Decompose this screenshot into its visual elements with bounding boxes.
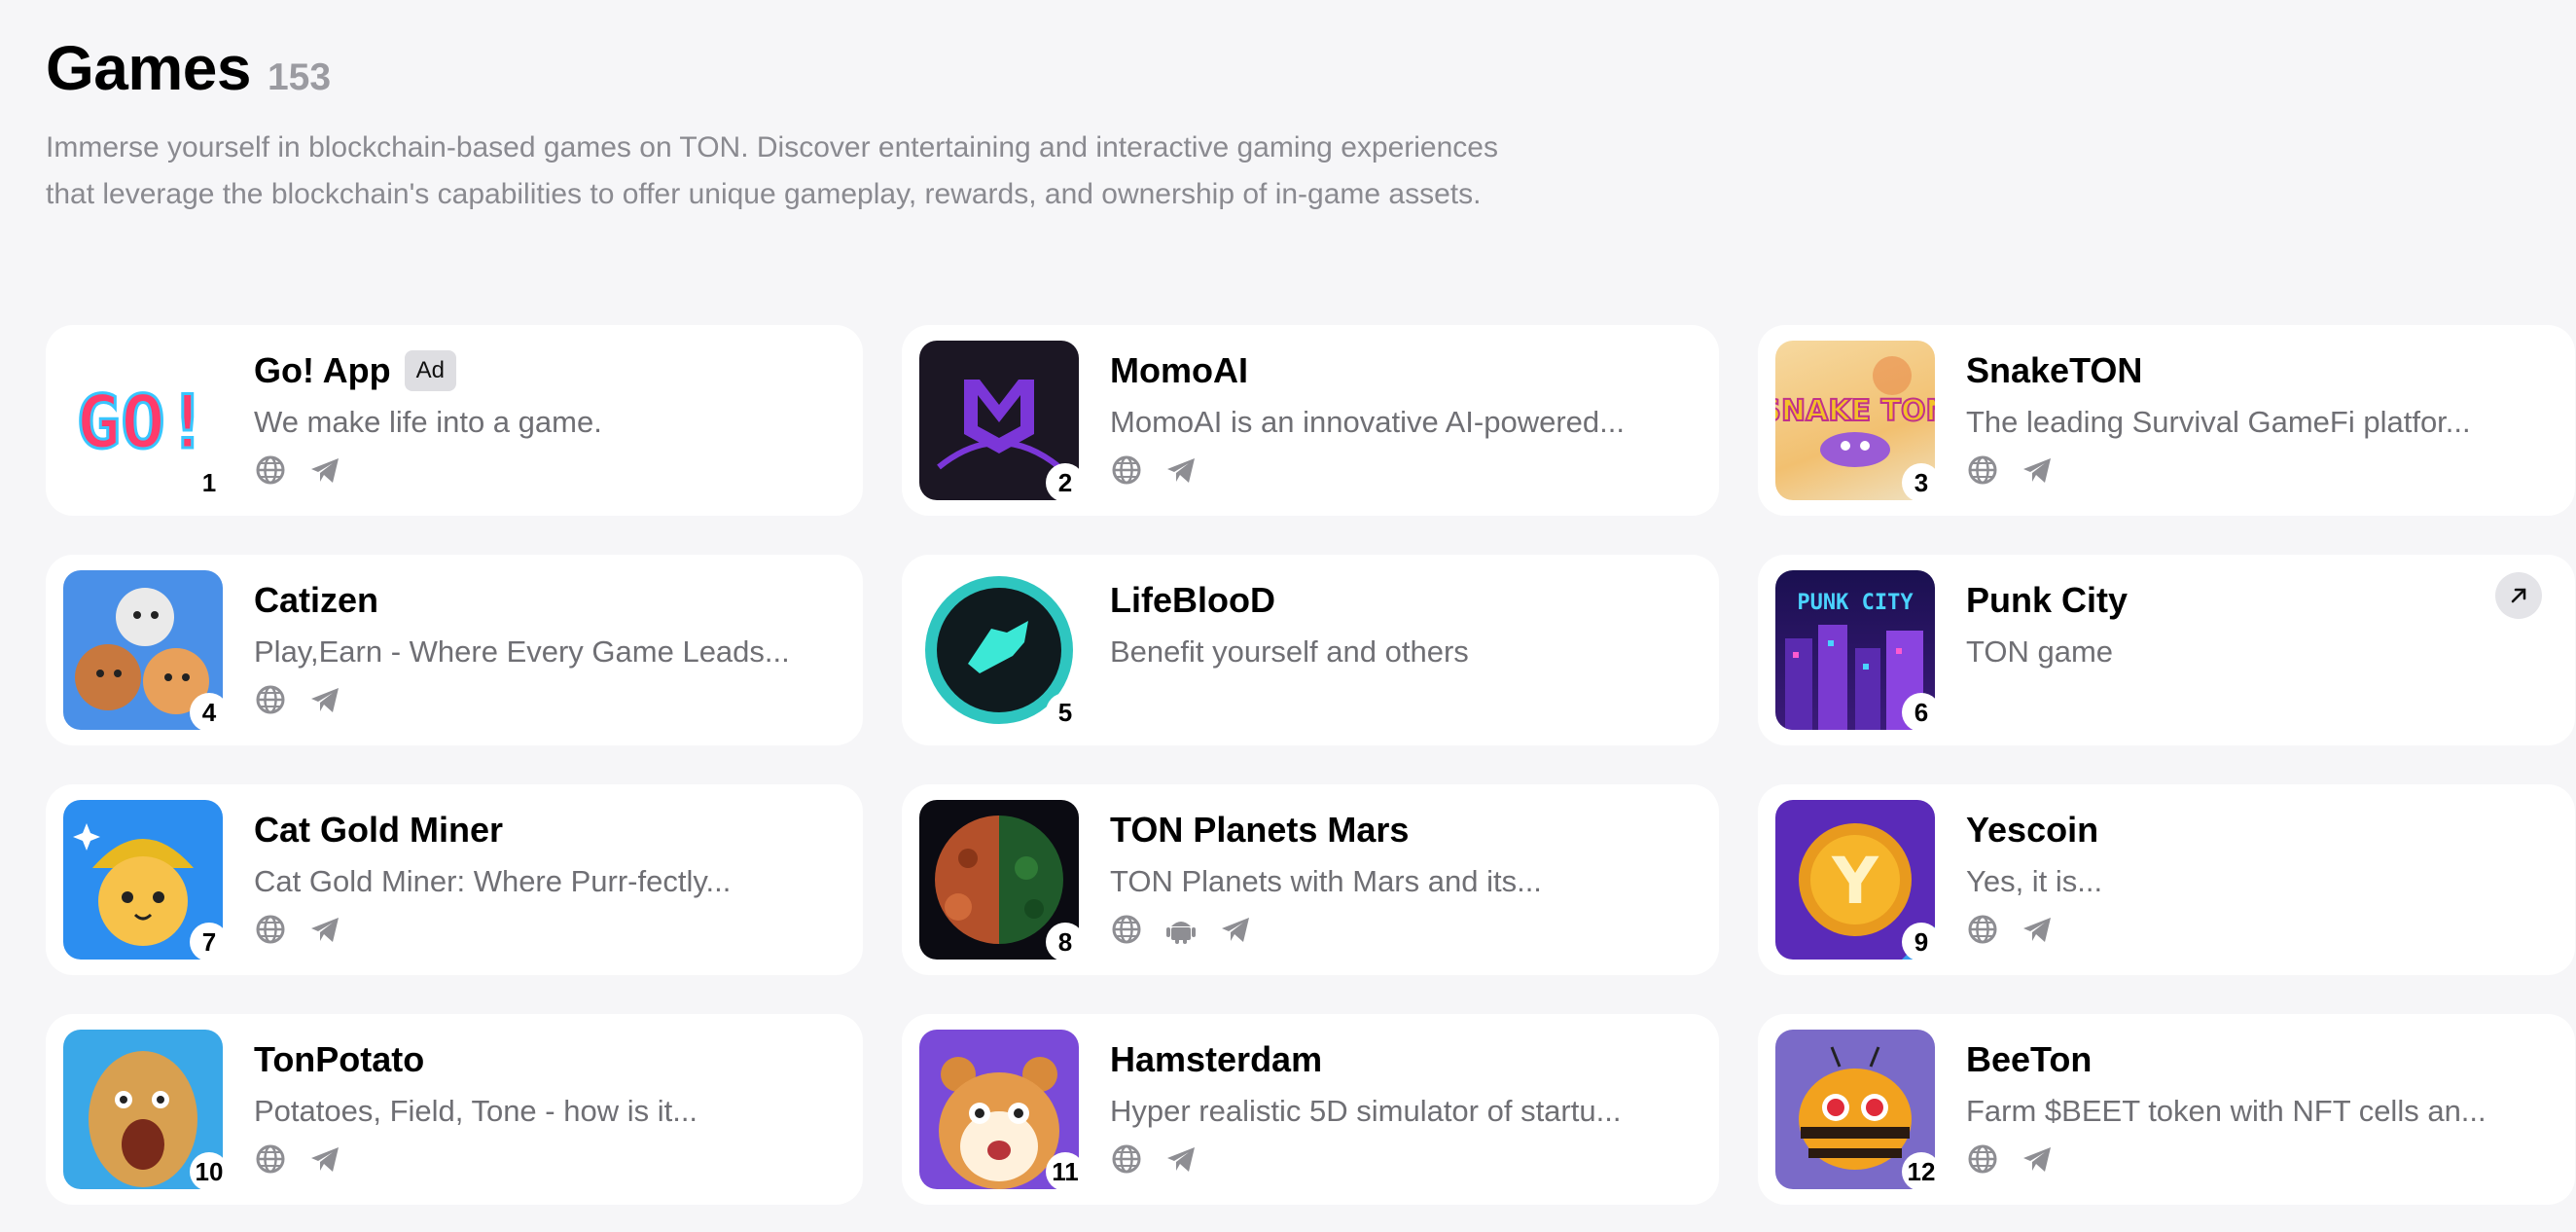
globe-icon[interactable] (1966, 913, 1999, 946)
app-card-punk-city[interactable]: PUNK CITY 6 Punk City TON game (1758, 555, 2575, 745)
app-links (254, 683, 834, 716)
globe-icon[interactable] (254, 913, 287, 946)
app-links (254, 1142, 834, 1176)
app-links (1966, 913, 2546, 946)
globe-icon[interactable] (1966, 1142, 1999, 1176)
globe-icon[interactable] (1110, 913, 1143, 946)
rank-badge: 1 (190, 463, 229, 502)
app-links (1966, 453, 2546, 487)
globe-icon[interactable] (1110, 453, 1143, 487)
app-name[interactable]: Go! App (254, 350, 391, 391)
app-name[interactable]: SnakeTON (1966, 350, 2142, 391)
app-links (254, 913, 834, 946)
app-card-ton-planets-mars[interactable]: 8 TON Planets Mars TON Planets with Mars… (902, 784, 1719, 975)
app-name[interactable]: Hamsterdam (1110, 1039, 1322, 1080)
app-card-beeton[interactable]: 12 BeeTon Farm $BEET token with NFT cell… (1758, 1014, 2575, 1205)
title-row: Games 153 (46, 31, 1563, 105)
app-name[interactable]: Catizen (254, 580, 378, 621)
telegram-icon[interactable] (2021, 453, 2054, 487)
telegram-icon[interactable] (1164, 1142, 1198, 1176)
app-card-tonpotato[interactable]: 10 TonPotato Potatoes, Field, Tone - how… (46, 1014, 863, 1205)
rank-badge: 10 (190, 1152, 229, 1191)
app-subtitle: Play,Earn - Where Every Game Leads... (254, 634, 790, 669)
rank-badge: 5 (1046, 693, 1085, 732)
telegram-icon[interactable] (1219, 913, 1252, 946)
rank-badge: 3 (1902, 463, 1941, 502)
globe-icon[interactable] (254, 1142, 287, 1176)
app-name[interactable]: TonPotato (254, 1039, 424, 1080)
app-subtitle: Benefit yourself and others (1110, 634, 1469, 669)
app-card-yescoin[interactable]: Y 9 Yescoin Yes, it is... (1758, 784, 2575, 975)
rank-badge: 9 (1902, 923, 1941, 961)
app-name[interactable]: TON Planets Mars (1110, 810, 1409, 851)
app-card-go-app[interactable]: GO! 1 Go! App Ad We make life into a gam… (46, 325, 863, 516)
telegram-icon[interactable] (2021, 913, 2054, 946)
app-subtitle: Farm $BEET token with NFT cells an... (1966, 1094, 2487, 1128)
svg-text:GO!: GO! (76, 379, 209, 465)
svg-text:SNAKE TON: SNAKE TON (1775, 394, 1935, 428)
app-name[interactable]: Cat Gold Miner (254, 810, 503, 851)
page-description: Immerse yourself in blockchain-based gam… (46, 131, 1498, 210)
app-card-momoai[interactable]: 2 MomoAI MomoAI is an innovative AI-powe… (902, 325, 1719, 516)
rank-badge: 12 (1902, 1152, 1941, 1191)
rank-badge: 6 (1902, 693, 1941, 732)
app-name[interactable]: BeeTon (1966, 1039, 2092, 1080)
app-links (1110, 1142, 1690, 1176)
app-subtitle: The leading Survival GameFi platfor... (1966, 405, 2471, 439)
app-card-cat-gold-miner[interactable]: 7 Cat Gold Miner Cat Gold Miner: Where P… (46, 784, 863, 975)
svg-text:PUNK CITY: PUNK CITY (1797, 591, 1914, 615)
page-header: Games 153 Immerse yourself in blockchain… (46, 31, 1563, 218)
app-card-snaketon[interactable]: SNAKE TON 3 SnakeTON The leading Surviva… (1758, 325, 2575, 516)
telegram-icon[interactable] (308, 683, 341, 716)
globe-icon[interactable] (1966, 453, 1999, 487)
telegram-icon[interactable] (308, 1142, 341, 1176)
globe-icon[interactable] (254, 683, 287, 716)
app-subtitle: Potatoes, Field, Tone - how is it... (254, 1094, 698, 1128)
app-name[interactable]: LifeBlooD (1110, 580, 1275, 621)
svg-text:Y: Y (1831, 844, 1879, 919)
app-subtitle: Yes, it is... (1966, 864, 2103, 898)
app-links (1110, 453, 1690, 487)
rank-badge: 11 (1046, 1152, 1085, 1191)
app-icon-wrap: GO! 1 (63, 341, 229, 502)
ad-badge: Ad (404, 350, 456, 391)
rank-badge: 8 (1046, 923, 1085, 961)
page-title: Games (46, 33, 251, 103)
app-subtitle: TON game (1966, 634, 2114, 669)
telegram-icon[interactable] (2021, 1142, 2054, 1176)
app-subtitle: TON Planets with Mars and its... (1110, 864, 1542, 898)
rank-badge: 7 (190, 923, 229, 961)
app-subtitle: MomoAI is an innovative AI-powered... (1110, 405, 1625, 439)
app-subtitle: Hyper realistic 5D simulator of startu..… (1110, 1094, 1622, 1128)
telegram-icon[interactable] (308, 453, 341, 487)
app-name[interactable]: MomoAI (1110, 350, 1248, 391)
app-subtitle: We make life into a game. (254, 405, 602, 439)
arrow-up-right-icon[interactable] (2495, 572, 2542, 619)
app-name[interactable]: Punk City (1966, 580, 2128, 621)
app-links (1966, 1142, 2546, 1176)
telegram-icon[interactable] (308, 913, 341, 946)
android-icon[interactable] (1164, 913, 1198, 946)
globe-icon[interactable] (254, 453, 287, 487)
app-subtitle: Cat Gold Miner: Where Purr-fectly... (254, 864, 732, 898)
rank-badge: 4 (190, 693, 229, 732)
rank-badge: 2 (1046, 463, 1085, 502)
app-links (1110, 913, 1690, 946)
app-card-lifeblood[interactable]: 5 LifeBlooD Benefit yourself and others (902, 555, 1719, 745)
globe-icon[interactable] (1110, 1142, 1143, 1176)
app-links (254, 453, 834, 487)
telegram-icon[interactable] (1164, 453, 1198, 487)
app-card-catizen[interactable]: 4 Catizen Play,Earn - Where Every Game L… (46, 555, 863, 745)
app-name[interactable]: Yescoin (1966, 810, 2098, 851)
app-card-hamsterdam[interactable]: 11 Hamsterdam Hyper realistic 5D simulat… (902, 1014, 1719, 1205)
games-count: 153 (267, 56, 332, 98)
